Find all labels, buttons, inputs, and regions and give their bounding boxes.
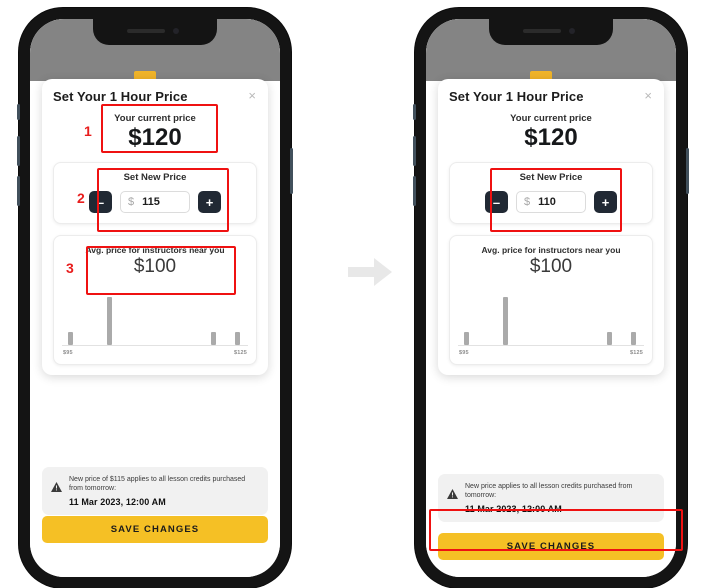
arrow-right-icon	[348, 258, 392, 286]
avg-price-value: $100	[529, 256, 573, 278]
phone-device-left: Set Your 1 Hour Price × Your current pri…	[17, 8, 293, 588]
chart-bar	[502, 297, 508, 346]
x-tick-min: $95	[63, 350, 73, 357]
notice-body: New price applies to all lesson credits …	[465, 482, 655, 514]
phone-notch	[93, 19, 217, 45]
close-icon[interactable]: ×	[643, 89, 653, 102]
set-new-price-stepper: – $ 110 +	[458, 191, 644, 214]
set-new-price-card: Set New Price – $ 115 +	[53, 162, 257, 225]
currency-symbol: $	[524, 196, 531, 209]
avg-price-block: Avg. price for instructors near you $100	[62, 245, 248, 278]
phone-device-right: Set Your 1 Hour Price × Your current pri…	[413, 8, 689, 588]
mute-switch[interactable]	[17, 104, 20, 120]
x-tick-max: $125	[629, 350, 643, 357]
mute-switch[interactable]	[413, 104, 416, 120]
price-distribution-chart: $95 $125	[62, 294, 248, 356]
front-camera-icon	[569, 28, 575, 34]
avg-price-label: Avg. price for instructors near you	[481, 245, 621, 256]
current-price-label: Your current price	[510, 113, 592, 124]
notice-date: 11 Mar 2023, 12:00 AM	[465, 503, 562, 514]
modal-title: Set Your 1 Hour Price	[53, 89, 188, 104]
chart-bar	[463, 332, 469, 346]
avg-price-label: Avg. price for instructors near you	[85, 245, 225, 256]
chart-bar	[234, 332, 240, 346]
chart-bar	[210, 332, 216, 346]
chart-bar	[606, 332, 612, 346]
x-tick-max: $125	[233, 350, 247, 357]
notice-text: New price of $115 applies to all lesson …	[69, 476, 246, 493]
modal-title: Set Your 1 Hour Price	[449, 89, 584, 104]
modal-header: Set Your 1 Hour Price ×	[53, 89, 257, 104]
save-changes-button[interactable]: SAVE CHANGES	[42, 516, 268, 543]
currency-symbol: $	[128, 196, 135, 209]
set-price-modal: Set Your 1 Hour Price × Your current pri…	[42, 79, 268, 376]
set-new-price-label: Set New Price	[519, 172, 583, 184]
close-icon[interactable]: ×	[247, 89, 257, 102]
set-price-modal: Set Your 1 Hour Price × Your current pri…	[438, 79, 664, 376]
price-change-notice: New price applies to all lesson credits …	[438, 474, 664, 522]
volume-up-button[interactable]	[413, 136, 416, 166]
chart-bar	[106, 297, 112, 346]
chart-axis-line	[458, 345, 644, 347]
save-changes-button[interactable]: SAVE CHANGES	[438, 533, 664, 560]
phone-notch	[489, 19, 613, 45]
current-price-block: Your current price $120	[449, 113, 653, 151]
volume-up-button[interactable]	[17, 136, 20, 166]
phone-screen-left: Set Your 1 Hour Price × Your current pri…	[30, 19, 280, 577]
avg-price-chart-card: Avg. price for instructors near you $100…	[449, 235, 653, 366]
increment-button[interactable]: +	[198, 191, 221, 214]
price-value: 115	[142, 196, 160, 209]
avg-price-chart-card: Avg. price for instructors near you $100…	[53, 235, 257, 366]
price-distribution-chart: $95 $125	[458, 294, 644, 356]
decrement-button[interactable]: –	[89, 191, 112, 214]
flow-arrow	[348, 258, 392, 286]
price-input[interactable]: $ 115	[120, 191, 190, 214]
chart-axis-line	[62, 345, 248, 347]
app-background: Set Your 1 Hour Price × Your current pri…	[30, 19, 280, 577]
notice-body: New price of $115 applies to all lesson …	[69, 475, 259, 507]
notice-text: New price applies to all lesson credits …	[465, 483, 633, 500]
current-price-block: Your current price $120	[53, 113, 257, 151]
set-new-price-stepper: – $ 115 +	[62, 191, 248, 214]
current-price-label: Your current price	[114, 113, 196, 124]
power-button[interactable]	[290, 148, 293, 194]
notice-date: 11 Mar 2023, 12:00 AM	[69, 496, 166, 507]
volume-down-button[interactable]	[413, 176, 416, 206]
front-camera-icon	[173, 28, 179, 34]
volume-down-button[interactable]	[17, 176, 20, 206]
earpiece-speaker-icon	[523, 29, 561, 33]
avg-price-block: Avg. price for instructors near you $100	[458, 245, 644, 278]
comparison-stage: Set Your 1 Hour Price × Your current pri…	[0, 0, 714, 588]
power-button[interactable]	[686, 148, 689, 194]
warning-icon	[51, 479, 62, 497]
modal-header: Set Your 1 Hour Price ×	[449, 89, 653, 104]
app-background: Set Your 1 Hour Price × Your current pri…	[426, 19, 676, 577]
warning-icon	[447, 486, 458, 504]
avg-price-value: $100	[133, 256, 177, 278]
x-tick-min: $95	[459, 350, 469, 357]
earpiece-speaker-icon	[127, 29, 165, 33]
current-price-value: $120	[524, 124, 578, 151]
set-new-price-label: Set New Price	[123, 172, 187, 184]
increment-button[interactable]: +	[594, 191, 617, 214]
chart-bar	[630, 332, 636, 346]
set-new-price-card: Set New Price – $ 110 +	[449, 162, 653, 225]
price-value: 110	[538, 196, 556, 209]
phone-screen-right: Set Your 1 Hour Price × Your current pri…	[426, 19, 676, 577]
chart-bar	[67, 332, 73, 346]
current-price-value: $120	[128, 124, 182, 151]
price-input[interactable]: $ 110	[516, 191, 586, 214]
price-change-notice: New price of $115 applies to all lesson …	[42, 467, 268, 515]
decrement-button[interactable]: –	[485, 191, 508, 214]
